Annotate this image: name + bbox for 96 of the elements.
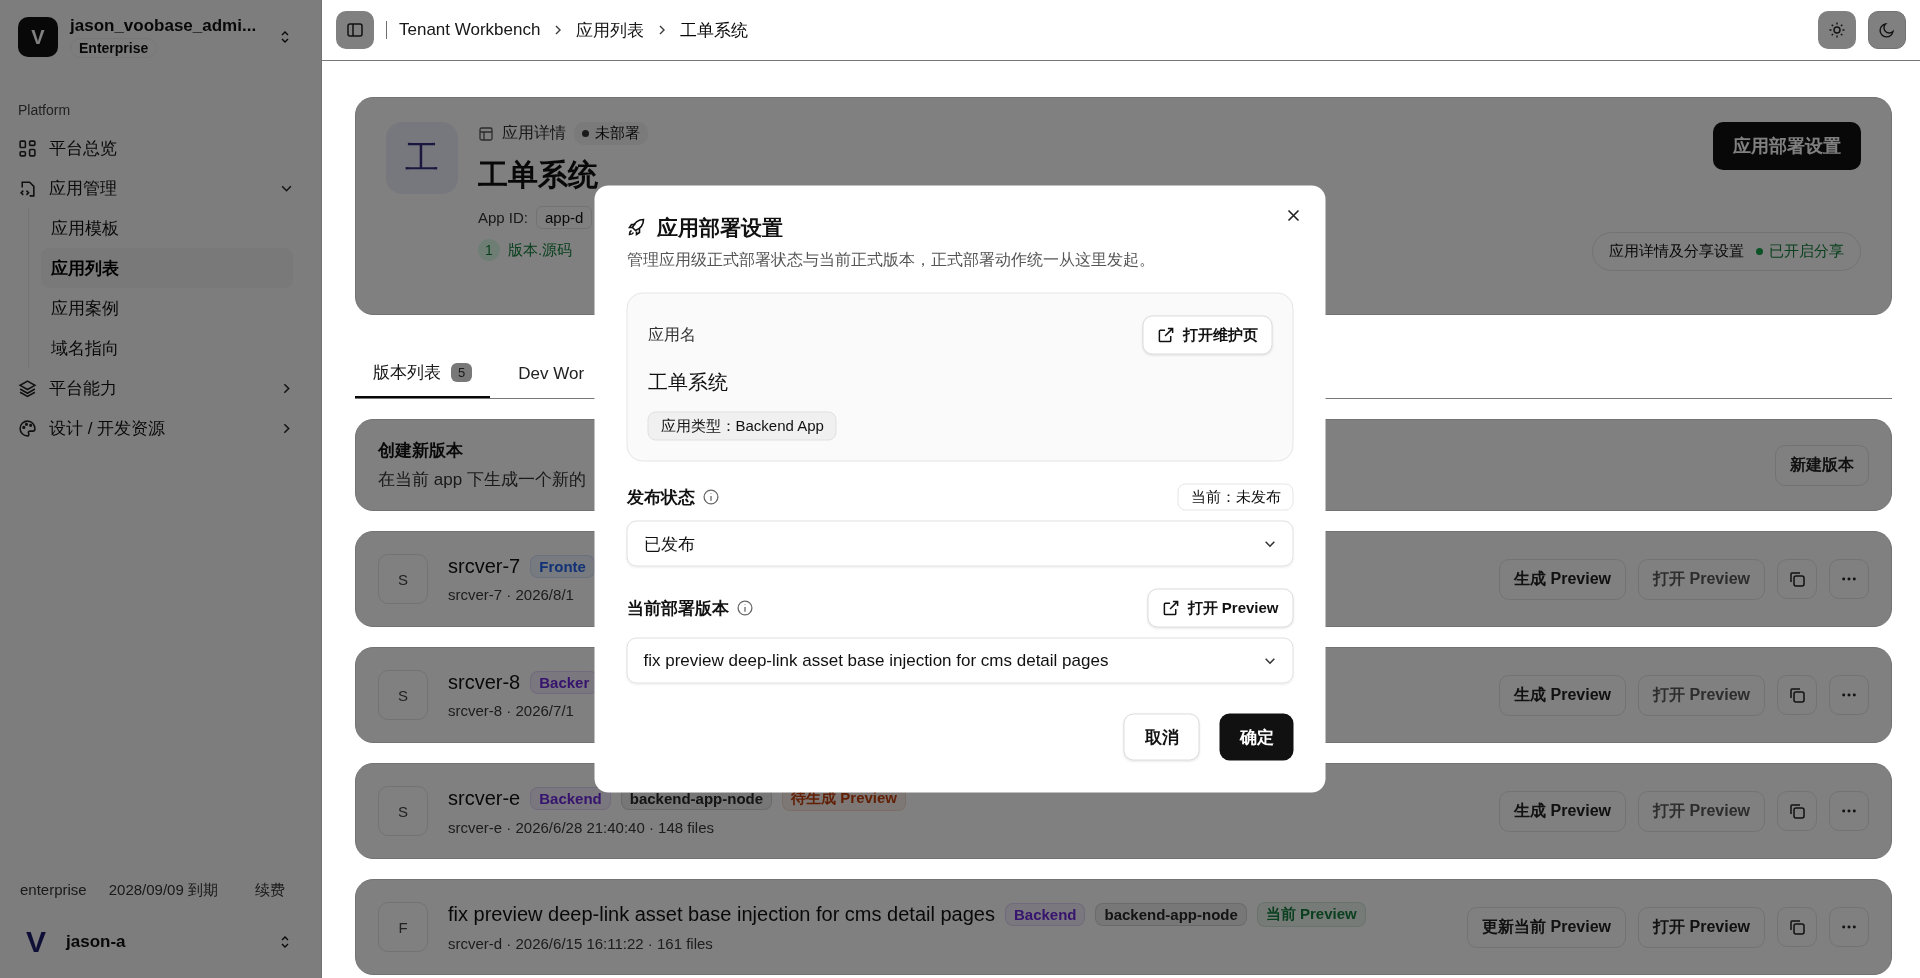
- sidebar-icon: [346, 21, 364, 39]
- dialog-description: 管理应用级正式部署状态与当前正式版本，正式部署动作统一从这里发起。: [626, 249, 1156, 270]
- card-description: 在当前 app 下生成一个新的: [378, 469, 586, 491]
- more-icon: [1842, 808, 1856, 813]
- more-icon: [1842, 924, 1856, 929]
- nav-subitem[interactable]: 应用列表: [41, 248, 293, 288]
- version-title: srcver-e: [448, 787, 521, 810]
- info-icon[interactable]: [736, 599, 754, 617]
- app-id-label: App ID:: [478, 209, 529, 226]
- nav-subitem[interactable]: 应用模板: [41, 208, 293, 248]
- nav-item[interactable]: 平台总览: [18, 128, 303, 168]
- copy-button[interactable]: [1777, 558, 1817, 599]
- layout-icon: [478, 125, 494, 142]
- copy-button[interactable]: [1777, 674, 1817, 715]
- external-link-icon: [1162, 599, 1180, 617]
- app-type-chip: 应用类型：Backend App: [647, 411, 837, 441]
- status-badge: 未部署: [574, 122, 648, 145]
- copy-button[interactable]: [1777, 790, 1817, 831]
- layers-icon: [18, 378, 37, 398]
- breadcrumb-item: 工单系统: [680, 19, 749, 42]
- version-meta: srcver-8 · 2026/7/1: [448, 702, 575, 719]
- open-preview-button[interactable]: 打开 Preview: [1638, 906, 1765, 948]
- copy-icon: [1788, 685, 1806, 704]
- new-version-button[interactable]: 新建版本: [1775, 444, 1869, 486]
- palette-icon: [18, 418, 37, 438]
- nav-item[interactable]: 应用管理: [18, 168, 303, 208]
- rocket-icon: [626, 217, 647, 238]
- more-icon: [1842, 576, 1856, 581]
- nav-item[interactable]: 平台能力: [18, 368, 303, 408]
- version-meta: srcver-7 · 2026/8/1: [448, 586, 575, 603]
- tag: 当前 Preview: [1256, 902, 1366, 927]
- open-preview-button[interactable]: 打开 Preview: [1147, 588, 1294, 628]
- version-count-badge: 1: [478, 239, 500, 261]
- open-maintenance-button[interactable]: 打开维护页: [1142, 315, 1273, 355]
- copy-icon: [1788, 917, 1806, 936]
- field-label: 当前部署版本: [626, 597, 729, 620]
- deploy-settings-button[interactable]: 应用部署设置: [1713, 122, 1861, 170]
- copy-button[interactable]: [1777, 906, 1817, 947]
- app-name: 工单系统: [647, 369, 728, 395]
- cancel-button[interactable]: 取消: [1123, 713, 1200, 761]
- version-avatar: S: [378, 786, 428, 836]
- share-settings-label: 应用详情及分享设置: [1609, 242, 1744, 261]
- preview-action-button[interactable]: 更新当前 Preview: [1467, 906, 1627, 948]
- section-label: Platform: [18, 102, 72, 118]
- app-title: 工单系统: [478, 157, 599, 193]
- version-avatar: F: [378, 902, 428, 952]
- share-status: 已开启分享: [1756, 242, 1844, 261]
- version-title: srcver-7: [448, 555, 521, 578]
- version-title: fix preview deep-link asset base injection for cms detail pages: [448, 903, 995, 926]
- breadcrumb-item[interactable]: 应用列表: [576, 18, 645, 42]
- preview-action-button[interactable]: 生成 Preview: [1499, 790, 1627, 832]
- confirm-button[interactable]: 确定: [1219, 713, 1294, 761]
- breadcrumb-item[interactable]: Tenant Workbench: [399, 20, 541, 40]
- sun-icon: [1828, 21, 1846, 39]
- more-icon: [1842, 692, 1856, 697]
- external-link-icon: [1157, 326, 1175, 344]
- tag: Backend: [530, 787, 611, 810]
- nav-subitem[interactable]: 域名指向: [41, 328, 293, 368]
- tag: Backend: [1004, 903, 1086, 926]
- app-avatar: 工: [386, 122, 458, 194]
- grid-icon: [18, 138, 37, 158]
- copy-icon: [1788, 801, 1806, 820]
- version-meta: srcver-e · 2026/6/28 21:40:40 · 148 files: [448, 819, 715, 836]
- tab[interactable]: 版本列表 5: [355, 349, 491, 398]
- dark-theme-button[interactable]: [1868, 11, 1906, 49]
- plan-label: enterprise: [20, 881, 87, 900]
- user-name: jason-a: [66, 932, 127, 952]
- tag: Fronte: [530, 555, 595, 578]
- workspace-name: jason_voobase_admi...: [70, 16, 258, 36]
- code-file-icon: [18, 178, 37, 198]
- light-theme-button[interactable]: [1818, 11, 1856, 49]
- tag: backend-app-node: [1095, 903, 1247, 926]
- version-avatar: S: [378, 670, 428, 720]
- field-label: 发布状态: [626, 486, 695, 509]
- workspace-logo: V: [18, 17, 58, 57]
- close-icon: [1285, 207, 1302, 224]
- info-icon[interactable]: [702, 488, 720, 506]
- user-avatar: V: [25, 924, 47, 960]
- preview-action-button[interactable]: 生成 Preview: [1499, 674, 1627, 716]
- moon-icon: [1878, 21, 1896, 39]
- version-meta: srcver-d · 2026/6/15 16:11:22 · 161 files: [448, 935, 714, 952]
- nav-subitem[interactable]: 应用案例: [41, 288, 293, 328]
- dialog-title: 应用部署设置: [656, 214, 783, 241]
- preview-action-button[interactable]: 生成 Preview: [1499, 558, 1627, 600]
- nav-item[interactable]: 设计 / 开发资源: [18, 408, 303, 448]
- sidebar-toggle-button[interactable]: [336, 11, 374, 49]
- version-source-label: 版本.源码: [508, 240, 573, 260]
- field-label: 应用名: [647, 324, 696, 345]
- version-avatar: S: [378, 554, 428, 604]
- card-title: 创建新版本: [378, 440, 464, 462]
- renew-link[interactable]: 续费: [255, 881, 285, 900]
- copy-icon: [1788, 569, 1806, 588]
- expiry-date: 2028/09/09 到期: [108, 881, 218, 900]
- version-title: srcver-8: [448, 671, 521, 694]
- app-id-value: app-d: [536, 206, 593, 229]
- section-label: 应用详情: [502, 123, 566, 143]
